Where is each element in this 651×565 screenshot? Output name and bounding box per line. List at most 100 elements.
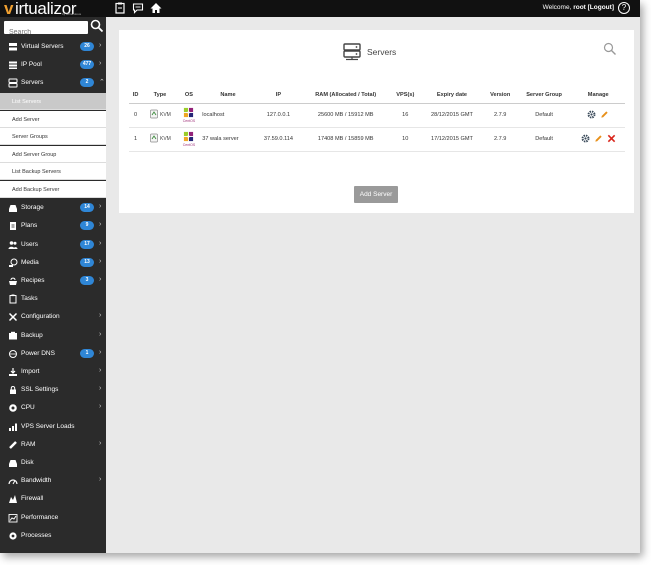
sidebar-item-processes[interactable]: Processes (0, 527, 106, 545)
logout-link[interactable]: [Logout] (588, 4, 614, 11)
column-header: IP (255, 88, 302, 104)
count-badge: 3 (80, 275, 94, 285)
server-type: KVM (142, 127, 178, 152)
submenu-server-groups[interactable]: Server Groups (0, 128, 106, 146)
edit-icon[interactable] (600, 110, 609, 121)
sidebar-item-label: SSL Settings (21, 386, 59, 394)
sidebar-item-power-dns[interactable]: Power DNS 1 › (0, 345, 106, 363)
sidebar-item-configuration[interactable]: Configuration › (0, 308, 106, 326)
sidebar-item-tasks[interactable]: Tasks (0, 290, 106, 308)
plans-icon (8, 221, 18, 231)
chevron-icon[interactable]: › (99, 385, 101, 392)
sidebar-item-recipes[interactable]: Recipes 3 › (0, 272, 106, 290)
chevron-icon[interactable]: › (99, 367, 101, 374)
submenu-list-servers[interactable]: List Servers (0, 93, 106, 111)
sidebar-item-label: CPU (21, 404, 35, 412)
submenu-add-server[interactable]: Add Server (0, 110, 106, 128)
recipes-icon (8, 276, 18, 286)
sidebar-item-storage[interactable]: Storage 14 › (0, 199, 106, 217)
chevron-icon[interactable]: › (99, 258, 101, 265)
add-server-button[interactable]: Add Server (354, 186, 398, 203)
sidebar-item-cpu[interactable]: CPU › (0, 399, 106, 417)
sidebar-item-ram[interactable]: RAM › (0, 436, 106, 454)
sidebar-item-ssl-settings[interactable]: SSL Settings › (0, 381, 106, 399)
server-os: CentOS (177, 127, 201, 152)
count-badge: 9 (80, 221, 94, 231)
table-header-row: ID Type OS Name IP RAM (Allocated / Total) VPS… (129, 88, 625, 104)
column-header: Server Group (516, 88, 572, 104)
tasks-icon (8, 294, 18, 304)
server-ram: 17408 MB / 15859 MB (301, 127, 391, 152)
server-group: Default (516, 127, 572, 152)
home-icon[interactable] (150, 2, 162, 14)
chevron-icon[interactable]: › (99, 276, 101, 283)
sidebar-item-performance[interactable]: Performance (0, 509, 106, 527)
os-label: CentOS (182, 143, 196, 147)
count-badge: 14 (80, 203, 94, 213)
welcome-prefix: Welcome, (542, 4, 572, 11)
sidebar-item-backup[interactable]: Backup › (0, 327, 106, 345)
sidebar-item-media[interactable]: Media 13 › (0, 254, 106, 272)
table-row: 1 KVM CentOS 37 wala server 37.59.0.114 17408… (129, 127, 625, 152)
tasks-icon[interactable] (114, 2, 126, 14)
chevron-icon[interactable]: › (99, 312, 101, 319)
servers-icon (8, 78, 18, 88)
sidebar-item-virtual-servers[interactable]: Virtual Servers 26 › (0, 38, 106, 56)
search-icon[interactable] (90, 19, 104, 33)
chevron-icon[interactable]: ⌃ (99, 78, 105, 86)
centos-icon (183, 131, 194, 143)
chevron-icon[interactable]: › (99, 42, 101, 49)
chevron-icon[interactable]: › (99, 349, 101, 356)
chevron-icon[interactable]: › (99, 203, 101, 210)
sidebar-item-label: Storage (21, 204, 44, 212)
server-expiry: 17/12/2015 GMT (420, 127, 484, 152)
sidebar-item-label: VPS Server Loads (21, 422, 75, 430)
sidebar-item-import[interactable]: Import › (0, 363, 106, 381)
sidebar-item-servers[interactable]: Servers 2 ⌃ (0, 74, 106, 92)
server-expiry: 28/12/2015 GMT (420, 103, 484, 128)
submenu-label: List Servers (12, 99, 42, 106)
submenu-add-server-group[interactable]: Add Server Group (0, 145, 106, 163)
server-id: 1 (129, 127, 143, 152)
virtualizor-logo[interactable]: v irtualizor by softaculous (4, 0, 106, 18)
chevron-icon[interactable]: › (99, 221, 101, 228)
sidebar-item-vps-server-loads[interactable]: VPS Server Loads (0, 418, 106, 436)
column-header: Expiry date (420, 88, 484, 104)
manage-gear-icon[interactable] (581, 134, 590, 145)
sidebar-item-bandwidth[interactable]: Bandwidth › (0, 472, 106, 490)
sidebar-item-disk[interactable]: Disk (0, 454, 106, 472)
sidebar-item-label: Disk (21, 458, 34, 466)
chevron-icon[interactable]: › (99, 60, 101, 67)
chevron-icon[interactable]: › (99, 403, 101, 410)
sidebar-item-label: Processes (21, 531, 52, 539)
ssl-icon (8, 385, 18, 395)
sidebar-item-label: Configuration (21, 313, 60, 321)
virtual-servers-icon (8, 42, 18, 52)
chevron-icon[interactable]: › (99, 440, 101, 447)
delete-icon[interactable] (607, 134, 616, 145)
submenu-list-backup-servers[interactable]: List Backup Servers (0, 163, 106, 181)
disk-icon (8, 458, 18, 468)
server-version: 2.7.9 (483, 127, 517, 152)
manage-gear-icon[interactable] (587, 110, 596, 121)
server-ip: 127.0.0.1 (255, 103, 302, 128)
column-header: Type (142, 88, 178, 104)
count-badge: 17 (80, 239, 94, 249)
sidebar-item-ip-pool[interactable]: IP Pool 477 › (0, 56, 106, 74)
chevron-icon[interactable]: › (99, 476, 101, 483)
server-vps-count: 10 (390, 127, 421, 152)
edit-icon[interactable] (594, 134, 603, 145)
help-icon[interactable]: ? (618, 2, 630, 14)
chat-icon[interactable] (132, 2, 144, 14)
sidebar-item-label: Import (21, 367, 40, 375)
sidebar-item-users[interactable]: Users 17 › (0, 236, 106, 254)
chevron-icon[interactable]: › (99, 240, 101, 247)
sidebar-item-firewall[interactable]: Firewall (0, 490, 106, 508)
table-search-icon[interactable] (603, 42, 617, 56)
sidebar-item-label: RAM (21, 440, 36, 448)
sidebar-item-plans[interactable]: Plans 9 › (0, 217, 106, 235)
submenu-add-backup-server[interactable]: Add Backup Server (0, 180, 106, 198)
chevron-icon[interactable]: › (99, 331, 101, 338)
count-badge: 1 (80, 348, 94, 358)
sidebar-search (4, 21, 88, 39)
